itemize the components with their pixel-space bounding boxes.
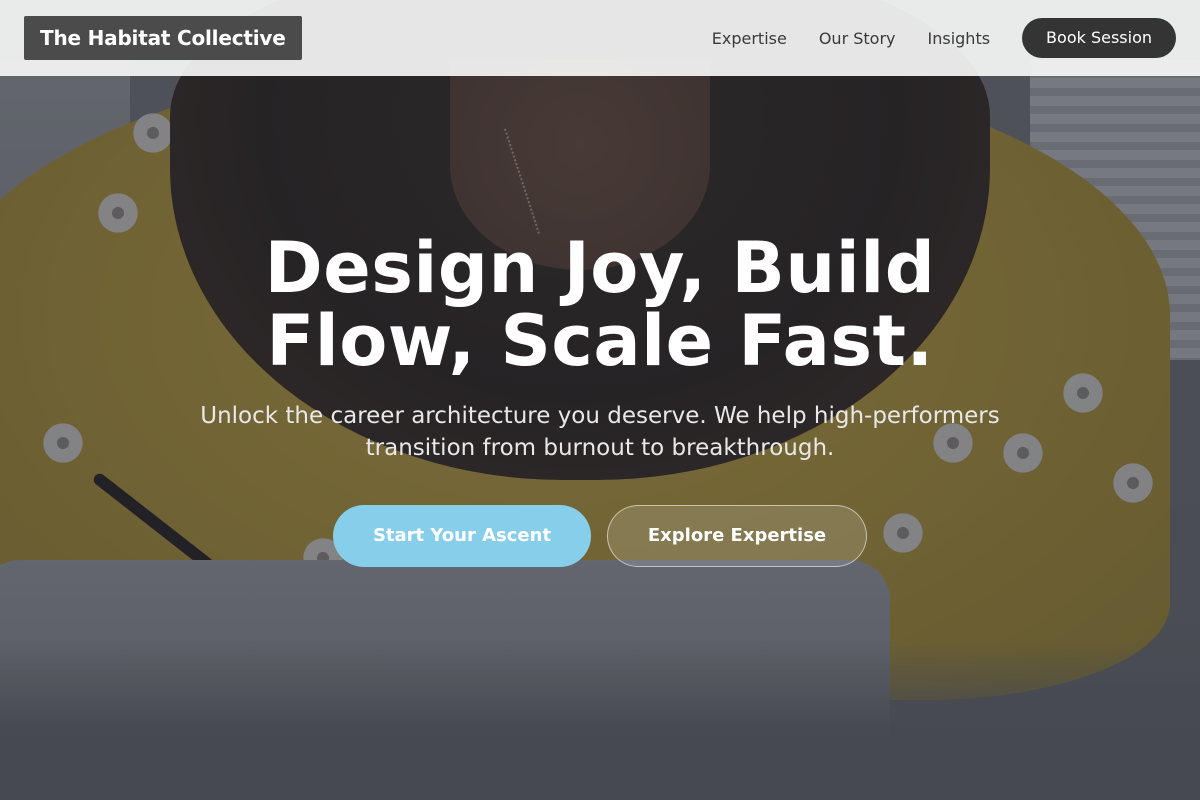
nav-link-insights[interactable]: Insights: [928, 29, 991, 48]
site-header: The Habitat Collective Expertise Our Sto…: [0, 0, 1200, 76]
main-nav: Expertise Our Story Insights Book Sessio…: [712, 18, 1176, 58]
hero-subtitle-line-1: Unlock the career architecture you deser…: [200, 403, 1000, 429]
hero-title-line-1: Design Joy, Build: [264, 227, 936, 309]
nav-link-expertise[interactable]: Expertise: [712, 29, 787, 48]
explore-expertise-button[interactable]: Explore Expertise: [607, 505, 867, 567]
start-your-ascent-button[interactable]: Start Your Ascent: [333, 505, 591, 567]
hero-cta-row: Start Your Ascent Explore Expertise: [333, 505, 867, 567]
brand-logo[interactable]: The Habitat Collective: [24, 16, 302, 60]
hero-subtitle: Unlock the career architecture you deser…: [160, 400, 1040, 464]
book-session-button[interactable]: Book Session: [1022, 18, 1176, 58]
page: The Habitat Collective Expertise Our Sto…: [0, 0, 1200, 800]
nav-link-our-story[interactable]: Our Story: [819, 29, 896, 48]
hero-title: Design Joy, Build Flow, Scale Fast.: [200, 232, 1000, 378]
hero-title-line-2: Flow, Scale Fast.: [266, 300, 934, 382]
hero-subtitle-line-2: transition from burnout to breakthrough.: [365, 435, 835, 461]
